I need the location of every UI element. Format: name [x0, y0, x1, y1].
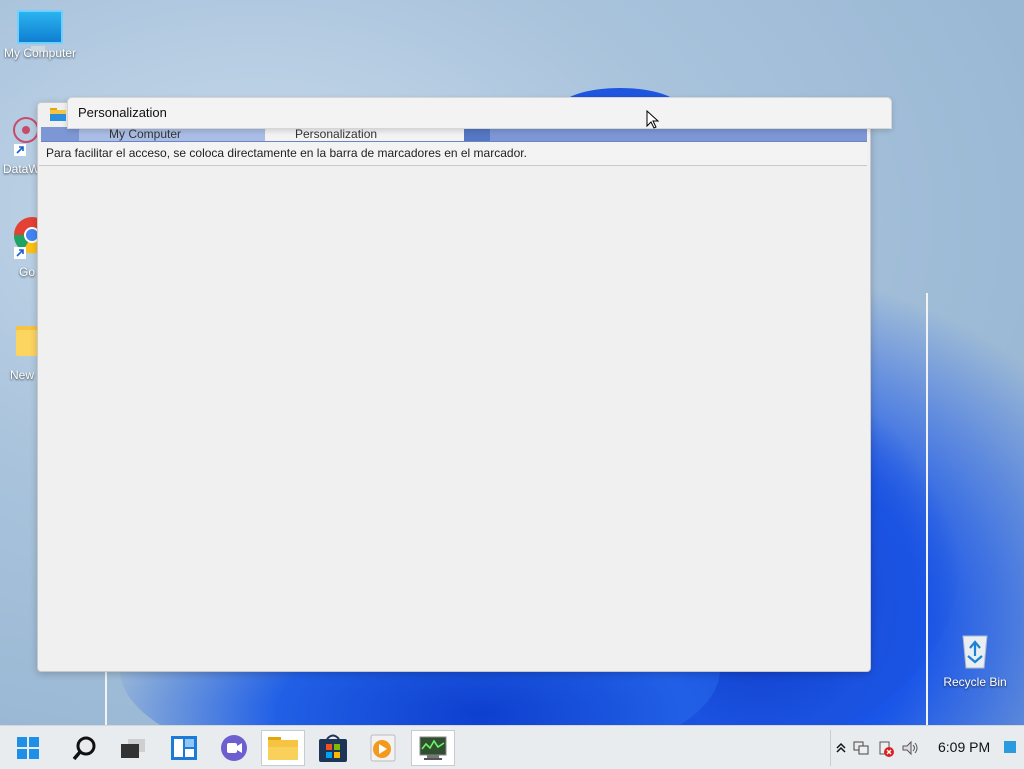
desktop-icon-chrome[interactable] — [0, 213, 51, 259]
task-view-button[interactable] — [111, 730, 155, 766]
taskbar: 6:09 PM — [0, 725, 1024, 769]
taskbar-clock[interactable]: 6:09 PM — [938, 739, 990, 755]
widgets-icon — [171, 736, 197, 760]
microsoft-store-button[interactable] — [311, 730, 355, 766]
security-alert-icon[interactable] — [877, 740, 895, 758]
file-explorer-window[interactable]: My Computer Personalization Para facilit… — [37, 102, 871, 672]
monitor-icon — [17, 10, 63, 51]
desktop-icon-label: New — [10, 368, 35, 382]
media-player-button[interactable] — [360, 730, 404, 766]
volume-icon[interactable] — [901, 740, 919, 756]
desktop-icon-label: DataW — [3, 162, 40, 176]
search-button[interactable] — [62, 730, 106, 766]
folder-icon — [50, 108, 66, 121]
window-title: Personalization — [78, 105, 167, 120]
windows-start-icon — [17, 737, 39, 759]
task-manager-icon — [419, 736, 447, 760]
bookmark-info-bar: Para facilitar el acceso, se coloca dire… — [39, 142, 867, 166]
start-button[interactable] — [6, 730, 50, 766]
media-player-icon — [370, 734, 396, 762]
tab-label: Personalization — [295, 127, 378, 141]
recycle-bin-icon — [962, 635, 988, 669]
desktop-icon-new-folder[interactable] — [0, 322, 40, 362]
personalization-window-titlebar[interactable]: Personalization — [67, 97, 892, 129]
widgets-button[interactable] — [162, 730, 206, 766]
task-view-icon — [121, 739, 145, 758]
tab-label: My Computer — [109, 127, 182, 141]
chat-button[interactable] — [212, 730, 256, 766]
tab-personalization[interactable]: Personalization — [265, 127, 487, 141]
datawrangler-icon — [13, 117, 39, 156]
teams-chat-icon — [221, 735, 247, 761]
desktop-icon-recycle-bin[interactable]: Recycle Bin — [934, 630, 1016, 689]
window-edge-line — [926, 293, 928, 725]
mouse-cursor-icon — [646, 110, 660, 129]
folder-icon — [16, 326, 40, 356]
new-tab-button[interactable] — [464, 127, 490, 141]
network-icon[interactable] — [853, 740, 869, 756]
show-desktop-button[interactable] — [1004, 741, 1016, 753]
desktop-icon-datawrangler[interactable] — [0, 112, 40, 156]
system-tray — [830, 730, 1024, 766]
search-icon — [72, 736, 96, 761]
desktop-icon-label: Recycle Bin — [943, 675, 1007, 689]
tab-bar: My Computer Personalization — [41, 127, 867, 142]
microsoft-store-icon — [319, 734, 347, 762]
show-hidden-icons-chevron-icon[interactable] — [836, 742, 846, 754]
file-explorer-icon — [268, 737, 298, 760]
desktop-icon-my-computer[interactable]: My Computer — [0, 10, 80, 60]
file-explorer-taskbar-button[interactable] — [261, 730, 305, 766]
chrome-icon — [13, 217, 51, 259]
task-manager-taskbar-button[interactable] — [411, 730, 455, 766]
tab-my-computer[interactable]: My Computer — [79, 127, 289, 141]
